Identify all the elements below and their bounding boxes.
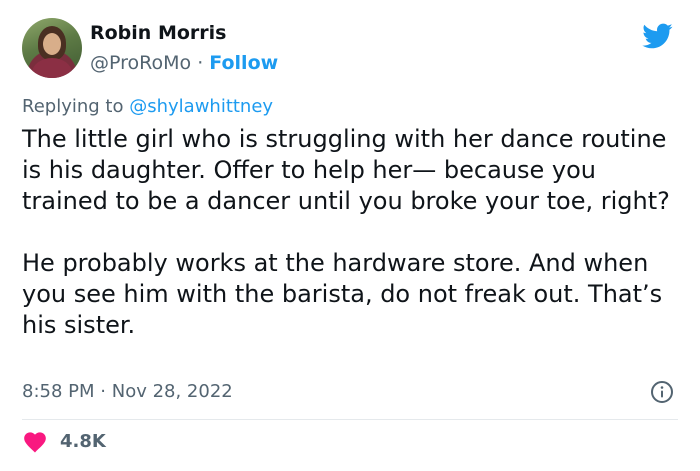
replying-prefix: Replying to [22,96,124,117]
follow-button[interactable]: Follow [209,52,278,74]
tweet-paragraph-1: The little girl who is struggling with h… [22,125,670,215]
tweet-time: 8:58 PM [22,381,95,402]
tweet-date: Nov 28, 2022 [111,381,233,402]
avatar-face [43,33,61,55]
tweet-timestamp[interactable]: 8:58 PM · Nov 28, 2022 [22,381,233,402]
tweet-text: The little girl who is struggling with h… [22,124,682,341]
author-handle-row: @ProRoMo · Follow [90,52,278,74]
replying-to: Replying to @shylawhittney [22,96,273,117]
info-icon[interactable] [650,380,674,404]
like-button[interactable]: 4.8K [22,429,106,453]
author-name[interactable]: Robin Morris [90,22,226,44]
avatar[interactable] [22,18,82,78]
author-handle[interactable]: @ProRoMo [90,52,191,74]
tweet-paragraph-2: He probably works at the hardware store.… [22,249,663,339]
twitter-bird-icon[interactable] [638,20,676,52]
reply-mention-link[interactable]: @shylawhittney [129,96,273,117]
timestamp-separator: · [100,381,106,402]
like-count: 4.8K [60,430,106,452]
avatar-shirt [32,58,72,78]
handle-separator: · [197,52,204,74]
divider [22,419,678,420]
heart-icon [24,432,46,453]
